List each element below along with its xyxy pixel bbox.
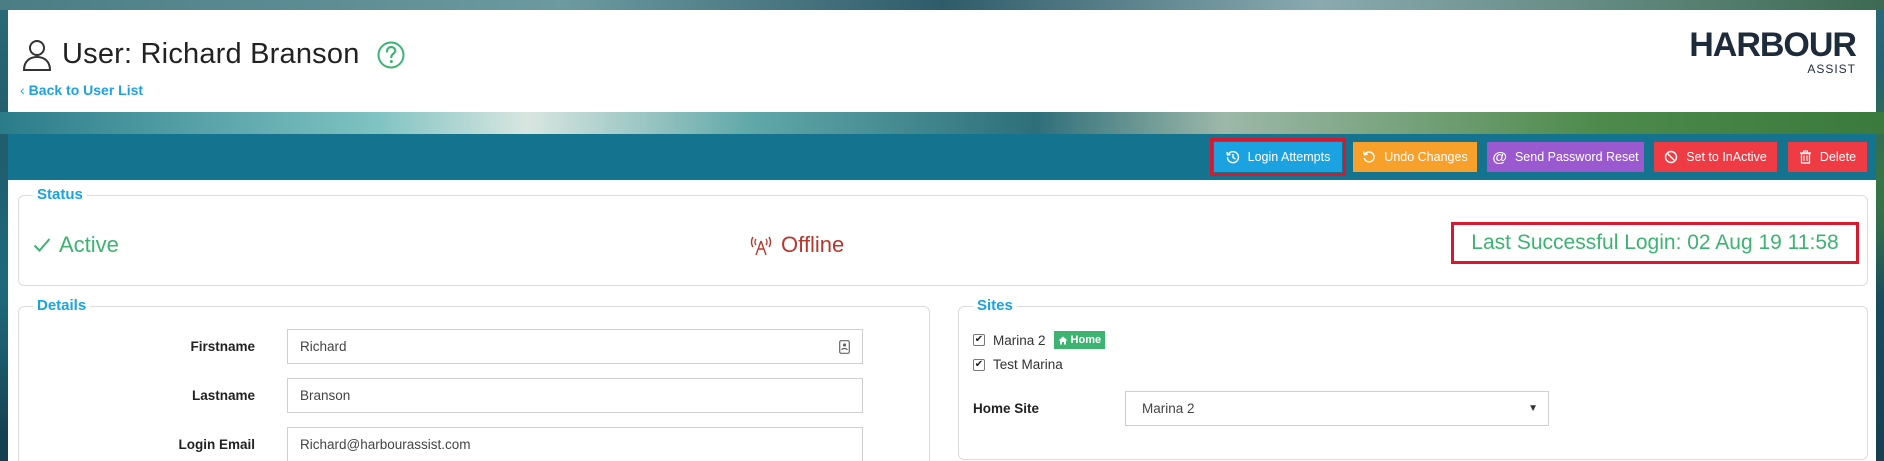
background-image-top (0, 0, 1884, 10)
caret-down-icon: ▼ (1528, 403, 1538, 414)
broadcast-icon (750, 236, 772, 256)
home-badge: Home (1053, 331, 1106, 349)
login-email-value: Richard@harbourassist.com (300, 437, 471, 452)
action-toolbar: Login Attempts Undo Changes @ Send Passw… (8, 134, 1876, 180)
details-legend: Details (33, 297, 91, 314)
logo-sub: ASSIST (1807, 62, 1856, 76)
send-password-reset-button[interactable]: @ Send Password Reset (1487, 142, 1644, 172)
lastname-value: Branson (300, 388, 351, 403)
back-link-label: Back to User List (28, 82, 144, 98)
history-icon (1225, 150, 1239, 164)
firstname-label: Firstname (190, 339, 255, 354)
send-password-reset-label: Send Password Reset (1514, 150, 1639, 164)
last-successful-login: Last Successful Login: 02 Aug 19 11:58 (1451, 222, 1859, 264)
home-site-select[interactable]: Marina 2 ▼ (1125, 391, 1549, 426)
login-email-label: Login Email (178, 437, 255, 452)
undo-changes-label: Undo Changes (1384, 150, 1468, 164)
lastname-row: Lastname Branson (19, 378, 863, 413)
firstname-row: Firstname Richard (19, 329, 863, 364)
offline-status: Offline (749, 232, 844, 258)
home-icon (1058, 336, 1068, 344)
ban-icon (1664, 150, 1678, 164)
home-site-label: Home Site (973, 401, 1040, 416)
home-site-value: Marina 2 (1142, 401, 1195, 416)
active-status: Active (33, 232, 119, 258)
set-inactive-label: Set to InActive (1686, 150, 1767, 164)
harbour-assist-logo: HARBOUR ASSIST (1676, 26, 1857, 88)
delete-button[interactable]: Delete (1788, 142, 1867, 172)
site-item-marina-2: ✔ Marina 2 Home (973, 331, 1106, 349)
page-header: User: Richard Branson ‹ Back to User Lis… (8, 10, 1876, 112)
lastname-label: Lastname (191, 388, 255, 403)
site-checkbox-test-marina[interactable]: ✔ (973, 358, 985, 371)
undo-icon (1363, 151, 1376, 163)
set-inactive-button[interactable]: Set to InActive (1654, 142, 1777, 172)
undo-changes-button[interactable]: Undo Changes (1353, 142, 1477, 172)
status-legend: Status (33, 186, 87, 203)
back-to-user-list-link[interactable]: ‹ Back to User List (20, 82, 143, 98)
offline-label: Offline (781, 232, 845, 257)
main-content: Status Active Offline Last Successful Lo… (8, 180, 1876, 461)
site-label: Test Marina (993, 357, 1063, 372)
contact-card-icon (839, 339, 850, 354)
login-attempts-label: Login Attempts (1247, 150, 1331, 164)
details-panel: Details Firstname Richard Lastname Brans… (18, 297, 930, 461)
lastname-field[interactable]: Branson (287, 378, 863, 413)
check-icon (33, 238, 51, 252)
sites-legend: Sites (973, 297, 1017, 314)
trash-icon (1799, 150, 1811, 164)
user-icon (22, 39, 52, 71)
login-email-field[interactable]: Richard@harbourassist.com (287, 427, 863, 461)
logo-brand: HARBOUR (1689, 26, 1857, 64)
login-email-row: Login Email Richard@harbourassist.com (19, 427, 863, 461)
firstname-value: Richard (300, 339, 347, 354)
at-icon: @ (1492, 148, 1507, 166)
home-site-row: Home Site Marina 2 ▼ (973, 391, 1549, 426)
background-image-strip (0, 112, 1884, 134)
chevron-left-icon: ‹ (20, 82, 25, 98)
site-checkbox-marina-2[interactable]: ✔ (973, 334, 985, 346)
delete-label: Delete (1819, 150, 1857, 164)
firstname-field[interactable]: Richard (287, 329, 863, 364)
login-attempts-button[interactable]: Login Attempts (1210, 138, 1346, 176)
site-item-test-marina: ✔ Test Marina (973, 357, 1063, 372)
site-label: Marina 2 (993, 332, 1046, 348)
active-label: Active (59, 232, 119, 257)
home-badge-label: Home (1070, 334, 1102, 346)
title-row: User: Richard Branson (22, 38, 406, 71)
help-icon[interactable] (376, 40, 406, 70)
page-title: User: Richard Branson (62, 38, 360, 70)
sites-panel: Sites ✔ Marina 2 Home ✔ Test Marina Home… (958, 297, 1868, 460)
status-panel: Status Active Offline Last Successful Lo… (18, 186, 1868, 286)
